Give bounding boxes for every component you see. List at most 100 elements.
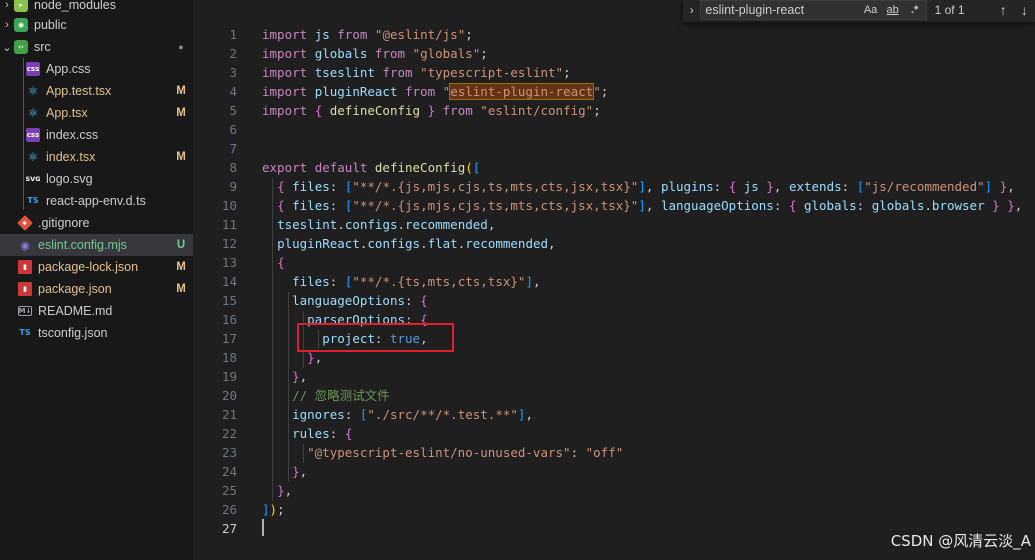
git-status-badge: M [176, 107, 186, 119]
annotation-highlight-box [297, 323, 454, 352]
tree-item-gitignore[interactable]: ◆ .gitignore [0, 212, 193, 234]
code-line: { files: ["**/*.{js,mjs,cjs,ts,mts,cts,j… [277, 198, 1023, 213]
code-line: "@typescript-eslint/no-unused-vars": "of… [307, 445, 624, 460]
code-line: }, [292, 464, 308, 479]
tree-item-index-css[interactable]: css index.css [0, 124, 193, 146]
arrow-down-icon[interactable]: ↓ [1014, 2, 1035, 18]
tree-item-label: node_modules [34, 0, 117, 12]
find-widget: › eslint-plugin-react Aa ab .* 1 of 1 ↑ … [683, 0, 1035, 22]
line-number: 15 [221, 293, 237, 308]
line-number: 16 [221, 312, 237, 327]
tsconfig-file-icon: TS [19, 328, 31, 337]
css-file-icon: css [26, 128, 40, 142]
explorer-sidebar: › ▸ node_modules › ◉ public ⌄ ‹› src css… [0, 0, 193, 560]
tree-item-logo-svg[interactable]: SVG logo.svg [0, 168, 193, 190]
code-line: { [277, 255, 285, 270]
find-result-count: 1 of 1 [934, 3, 965, 17]
svg-file-icon: SVG [25, 174, 41, 183]
tree-item-label: README.md [38, 304, 113, 318]
line-number: 18 [221, 350, 237, 365]
tree-item-app-tsx[interactable]: ⚛ App.tsx M [0, 102, 193, 124]
tree-item-label: eslint.config.mjs [38, 238, 127, 252]
git-status-badge: M [176, 261, 186, 273]
code-line: pluginReact.configs.flat.recommended, [277, 236, 556, 251]
tree-item-label: package.json [38, 282, 112, 296]
markdown-file-icon: M↓ [18, 306, 32, 316]
src-folder-icon: ‹› [14, 40, 28, 54]
whole-word-toggle[interactable]: ab [882, 4, 904, 16]
line-number: 6 [229, 122, 237, 137]
line-number: 12 [221, 236, 237, 251]
react-file-icon: ⚛ [27, 150, 39, 164]
indent-guide [288, 292, 289, 482]
chevron-right-icon: › [5, 0, 9, 11]
chevron-right-icon: › [5, 19, 9, 31]
line-number: 7 [229, 141, 237, 156]
line-number: 22 [221, 426, 237, 441]
line-number: 14 [221, 274, 237, 289]
git-status-badge: M [176, 85, 186, 97]
line-number: 26 [221, 502, 237, 517]
tree-item-app-css[interactable]: css App.css [0, 58, 193, 80]
npm-file-icon: ▮ [18, 260, 32, 274]
node-modules-folder-icon: ▸ [14, 0, 28, 12]
git-status-badge: M [176, 283, 186, 295]
tree-item-label: src [34, 40, 51, 54]
tree-item-label: App.test.tsx [46, 84, 112, 98]
code-line: }, [277, 483, 293, 498]
line-number: 21 [221, 407, 237, 422]
tree-item-label: public [34, 18, 67, 32]
tree-item-src[interactable]: ⌄ ‹› src [0, 36, 193, 58]
tree-item-label: tsconfig.json [38, 326, 108, 340]
tree-item-label: App.css [46, 62, 91, 76]
arrow-up-icon[interactable]: ↑ [993, 2, 1014, 18]
react-file-icon: ⚛ [27, 84, 39, 98]
tree-item-tsconfig[interactable]: TS tsconfig.json [0, 322, 193, 344]
line-number: 9 [229, 179, 237, 194]
tree-item-eslint-config[interactable]: ◉ eslint.config.mjs U [0, 234, 193, 256]
tree-item-readme[interactable]: M↓ README.md [0, 300, 193, 322]
match-case-toggle[interactable]: Aa [860, 4, 882, 16]
line-number: 20 [221, 388, 237, 403]
line-number: 2 [229, 46, 237, 61]
code-line: export default defineConfig([ [262, 160, 481, 175]
code-line: import tseslint from "typescript-eslint"… [262, 65, 571, 80]
line-number: 25 [221, 483, 237, 498]
tree-item-label: logo.svg [46, 172, 93, 186]
watermark: CSDN @风清云淡_A [890, 532, 1031, 550]
line-number: 3 [229, 65, 237, 80]
git-status-badge: M [176, 151, 186, 163]
line-number: 17 [221, 331, 237, 346]
line-number: 10 [221, 198, 237, 213]
code-line: // 忽略测试文件 [292, 388, 390, 403]
git-status-badge: U [176, 239, 186, 251]
line-number: 24 [221, 464, 237, 479]
find-input[interactable]: eslint-plugin-react Aa ab .* [700, 0, 927, 20]
line-number: 23 [221, 445, 237, 460]
line-number: 11 [221, 217, 237, 232]
tree-item-index-tsx[interactable]: ⚛ index.tsx M [0, 146, 193, 168]
tree-item-package-json[interactable]: ▮ package.json M [0, 278, 193, 300]
indent-guide [272, 178, 273, 501]
tree-item-label: App.tsx [46, 106, 88, 120]
ts-file-icon: TS [27, 196, 39, 205]
public-folder-icon: ◉ [14, 18, 28, 32]
code-line: tseslint.configs.recommended, [277, 217, 496, 232]
css-file-icon: css [26, 62, 40, 76]
find-input-value: eslint-plugin-react [705, 3, 805, 17]
react-file-icon: ⚛ [27, 106, 39, 120]
tree-item-react-app-env[interactable]: TS react-app-env.d.ts [0, 190, 193, 212]
code-editor[interactable]: 1 2 3 4 5 6 7 8 9 10 11 12 13 14 15 16 17 18 19 20 21 22 23 24 2… [193, 0, 1035, 560]
line-number: 1 [229, 27, 237, 42]
tree-item-app-test-tsx[interactable]: ⚛ App.test.tsx M [0, 80, 193, 102]
chevron-down-icon: ⌄ [2, 41, 12, 54]
tree-item-label: index.css [46, 128, 99, 142]
tree-item-public[interactable]: › ◉ public [0, 14, 193, 36]
regex-toggle[interactable]: .* [904, 4, 926, 16]
line-number: 4 [229, 84, 237, 99]
tree-item-package-lock[interactable]: ▮ package-lock.json M [0, 256, 193, 278]
line-number: 27 [221, 521, 237, 536]
toggle-replace-chevron-icon[interactable]: › [683, 3, 700, 17]
line-number: 8 [229, 160, 237, 175]
code-line: import globals from "globals"; [262, 46, 488, 61]
